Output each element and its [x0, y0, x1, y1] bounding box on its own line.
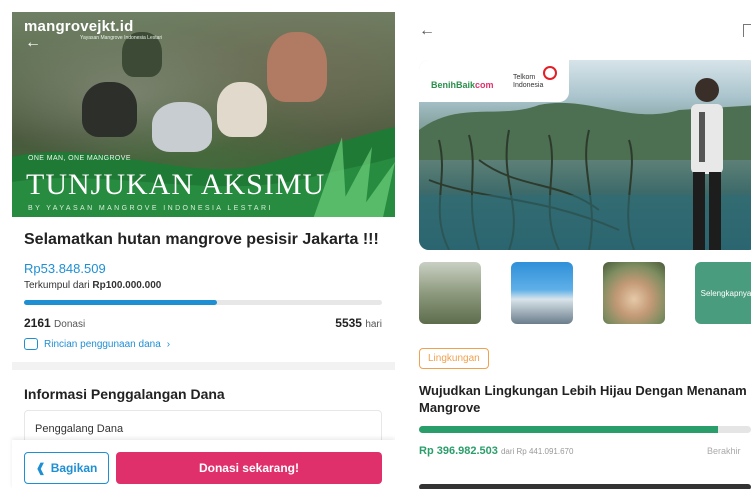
amount-raised: Rp53.848.509: [24, 261, 106, 276]
progress-bar-fill: [24, 300, 218, 305]
progress-bar: [419, 426, 751, 433]
section-divider: [12, 362, 395, 370]
progress-bar: [24, 300, 382, 305]
gallery-more-button[interactable]: Selengkapnya: [695, 262, 751, 324]
fund-details-link[interactable]: Rincian penggunaan dana ›: [24, 338, 170, 350]
amount-raised-value: Rp 396.982.503: [419, 445, 498, 457]
gallery-thumbnails: Selengkapnya: [419, 262, 751, 324]
wallet-icon: [24, 338, 38, 350]
amount-raised: Rp 396.982.503 dari Rp 441.091.670: [419, 445, 573, 457]
gallery-more-label: Selengkapnya: [700, 288, 751, 298]
donation-count-number: 2161: [24, 316, 51, 330]
hero-headline: TUNJUKAN AKSIMU: [26, 168, 326, 201]
campaign-title: Wujudkan Lingkungan Lebih Hijau Dengan M…: [419, 383, 747, 415]
hero-person: [267, 32, 327, 102]
hero-byline: BY YAYASAN MANGROVE INDONESIA LESTARI: [28, 205, 273, 212]
gallery-thumbnail[interactable]: [419, 262, 481, 324]
hero-person: [691, 78, 723, 250]
telkom-logo: Telkom Indonesia: [513, 74, 544, 89]
days-remaining: 5535 hari: [335, 316, 382, 330]
progress-bar-fill: [419, 426, 718, 433]
target-amount: Rp100.000.000: [92, 280, 162, 291]
partner-logos: BenihBaikcom Telkom Indonesia: [419, 60, 569, 102]
benihbaik-logo: BenihBaikcom: [431, 80, 494, 90]
campaign-hero-image: BenihBaikcom Telkom Indonesia: [419, 60, 751, 250]
collected-target: Terkumpul dari Rp100.000.000: [24, 280, 161, 291]
donation-count: 2161 Donasi: [24, 316, 85, 330]
fund-details-label: Rincian penggunaan dana: [44, 338, 161, 350]
days-unit: hari: [365, 319, 382, 330]
share-icon: ❰: [35, 461, 46, 475]
back-arrow-icon[interactable]: ←: [419, 22, 435, 40]
days-number: 5535: [335, 316, 362, 330]
share-label: Bagikan: [50, 461, 98, 475]
brand-subtitle: Yayasan Mangrove Indonesia Lestari: [80, 35, 163, 41]
ends-label: Berakhir: [707, 446, 741, 456]
bookmark-icon[interactable]: [743, 24, 751, 37]
bottom-button-edge[interactable]: [419, 484, 751, 489]
donate-now-button[interactable]: Donasi sekarang!: [116, 452, 382, 484]
hero-tagline: ONE MAN, ONE MANGROVE: [28, 155, 131, 162]
share-button[interactable]: ❰ Bagikan: [24, 452, 109, 484]
campaign-detail-right: ← BenihBaikcom Telkom Indonesia Selengka…: [405, 0, 751, 489]
donation-count-unit: Donasi: [54, 319, 86, 330]
back-arrow-icon[interactable]: ←: [25, 34, 41, 52]
gallery-thumbnail[interactable]: [603, 262, 665, 324]
brand-logo: mangrovejkt.id: [24, 18, 134, 35]
info-heading: Informasi Penggalangan Dana: [24, 386, 225, 402]
campaign-detail-left: mangrovejkt.id Yayasan Mangrove Indonesi…: [0, 0, 395, 489]
gallery-thumbnail[interactable]: [511, 262, 573, 324]
campaign-hero-image: mangrovejkt.id Yayasan Mangrove Indonesi…: [12, 12, 395, 217]
telkom-mark-icon: [543, 66, 557, 80]
amount-target: dari Rp 441.091.670: [500, 447, 574, 456]
campaign-title: Selamatkan hutan mangrove pesisir Jakart…: [24, 231, 379, 248]
category-chip[interactable]: Lingkungan: [419, 348, 489, 369]
fundraiser-label: Penggalang Dana: [35, 423, 124, 435]
chevron-right-icon: ›: [166, 338, 171, 350]
collected-prefix: Terkumpul dari: [24, 280, 90, 291]
